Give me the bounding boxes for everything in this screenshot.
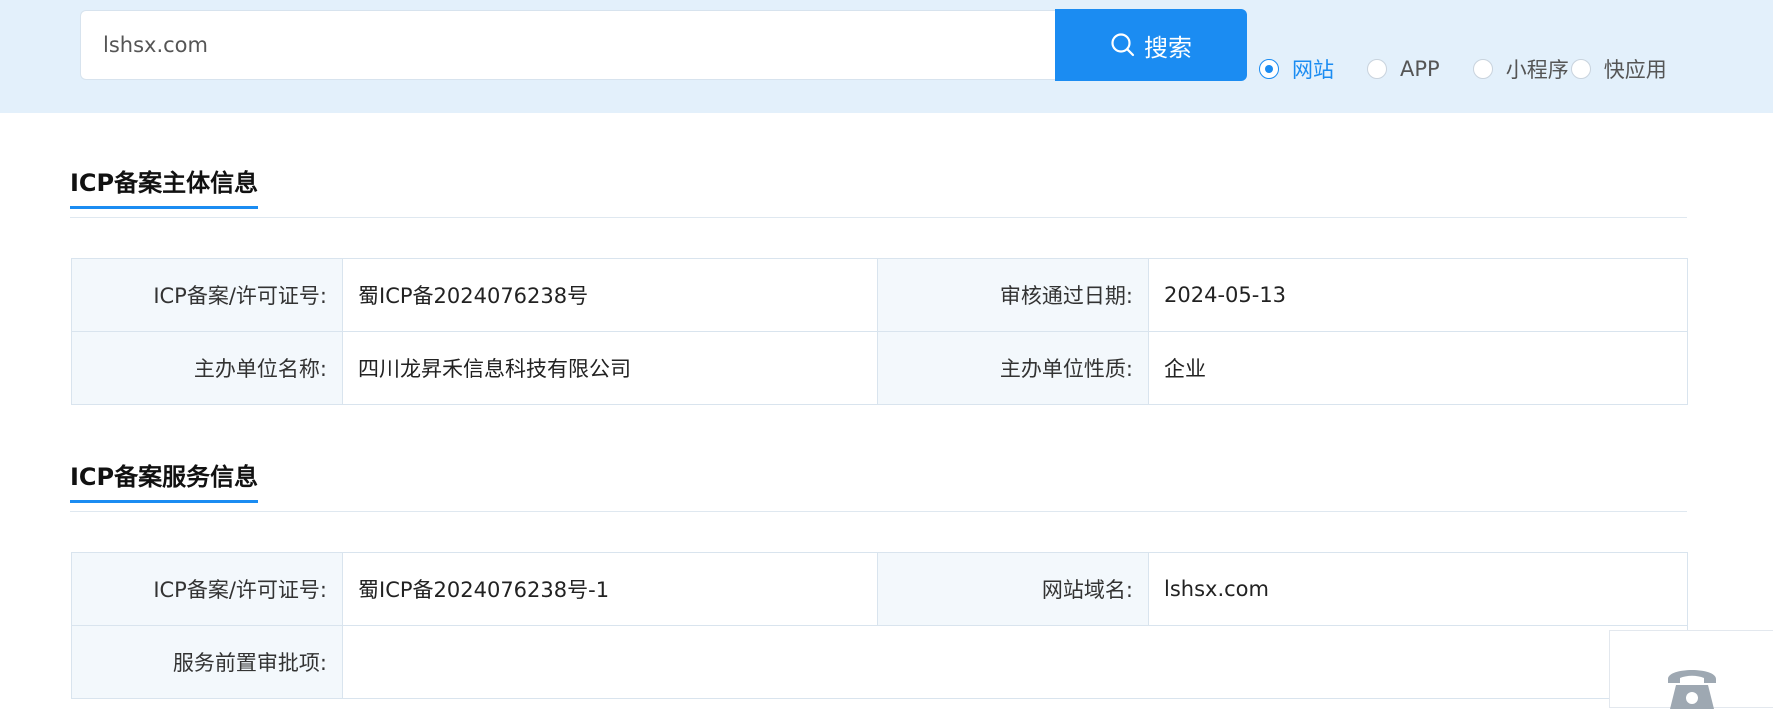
radio-website-label: 网站 [1292, 58, 1334, 82]
section-divider [70, 217, 1687, 218]
phone-icon [1667, 670, 1716, 709]
field-label: 审核通过日期: [877, 258, 1149, 332]
table-row: ICP备案/许可证号: 蜀ICP备2024076238号 审核通过日期: 202… [71, 258, 1688, 332]
search-button[interactable]: 搜索 [1055, 9, 1247, 81]
search-icon [1111, 33, 1135, 57]
field-label: 主办单位性质: [877, 331, 1149, 405]
field-label: 网站域名: [877, 552, 1149, 626]
radio-app[interactable]: APP [1367, 57, 1440, 81]
main-info-table: ICP备案/许可证号: 蜀ICP备2024076238号 审核通过日期: 202… [71, 258, 1688, 405]
field-value: 企业 [1148, 331, 1688, 405]
radio-miniprogram[interactable]: 小程序 [1472, 54, 1569, 84]
field-value: lshsx.com [1148, 552, 1688, 626]
table-row: ICP备案/许可证号: 蜀ICP备2024076238号-1 网站域名: lsh… [71, 552, 1688, 626]
contact-phone-widget[interactable] [1609, 630, 1773, 709]
search-input[interactable] [81, 11, 1055, 79]
search-header: 搜索 网站 APP 小程序 快应用 [0, 0, 1773, 113]
field-value: 2024-05-13 [1148, 258, 1688, 332]
section-title-main-info: ICP备案主体信息 [70, 163, 259, 209]
type-radio-group: 网站 APP 小程序 快应用 [1259, 56, 1667, 82]
field-value: 四川龙昇禾信息科技有限公司 [342, 331, 878, 405]
section-title-service-info: ICP备案服务信息 [70, 457, 259, 503]
field-label: 主办单位名称: [71, 331, 343, 405]
table-row: 服务前置审批项: [71, 625, 1688, 699]
radio-app-circle[interactable] [1367, 59, 1387, 79]
field-label: ICP备案/许可证号: [71, 258, 343, 332]
radio-miniprogram-circle[interactable] [1472, 59, 1493, 79]
radio-quickapp-label: 快应用 [1603, 58, 1667, 82]
field-value: 蜀ICP备2024076238号 [342, 258, 878, 332]
service-info-table: ICP备案/许可证号: 蜀ICP备2024076238号-1 网站域名: lsh… [71, 552, 1688, 699]
section-divider [70, 511, 1687, 512]
radio-website-circle[interactable] [1259, 59, 1279, 79]
field-label: 服务前置审批项: [71, 625, 343, 699]
radio-quickapp-circle[interactable] [1570, 59, 1591, 79]
field-value [342, 625, 1688, 699]
field-label: ICP备案/许可证号: [71, 552, 343, 626]
radio-app-label: APP [1400, 57, 1440, 81]
search-button-label: 搜索 [1144, 33, 1192, 62]
search-box [80, 10, 1055, 80]
radio-quickapp[interactable]: 快应用 [1570, 54, 1667, 84]
field-value: 蜀ICP备2024076238号-1 [342, 552, 878, 626]
radio-website[interactable]: 网站 [1259, 54, 1334, 84]
radio-miniprogram-label: 小程序 [1505, 58, 1569, 82]
table-row: 主办单位名称: 四川龙昇禾信息科技有限公司 主办单位性质: 企业 [71, 331, 1688, 405]
